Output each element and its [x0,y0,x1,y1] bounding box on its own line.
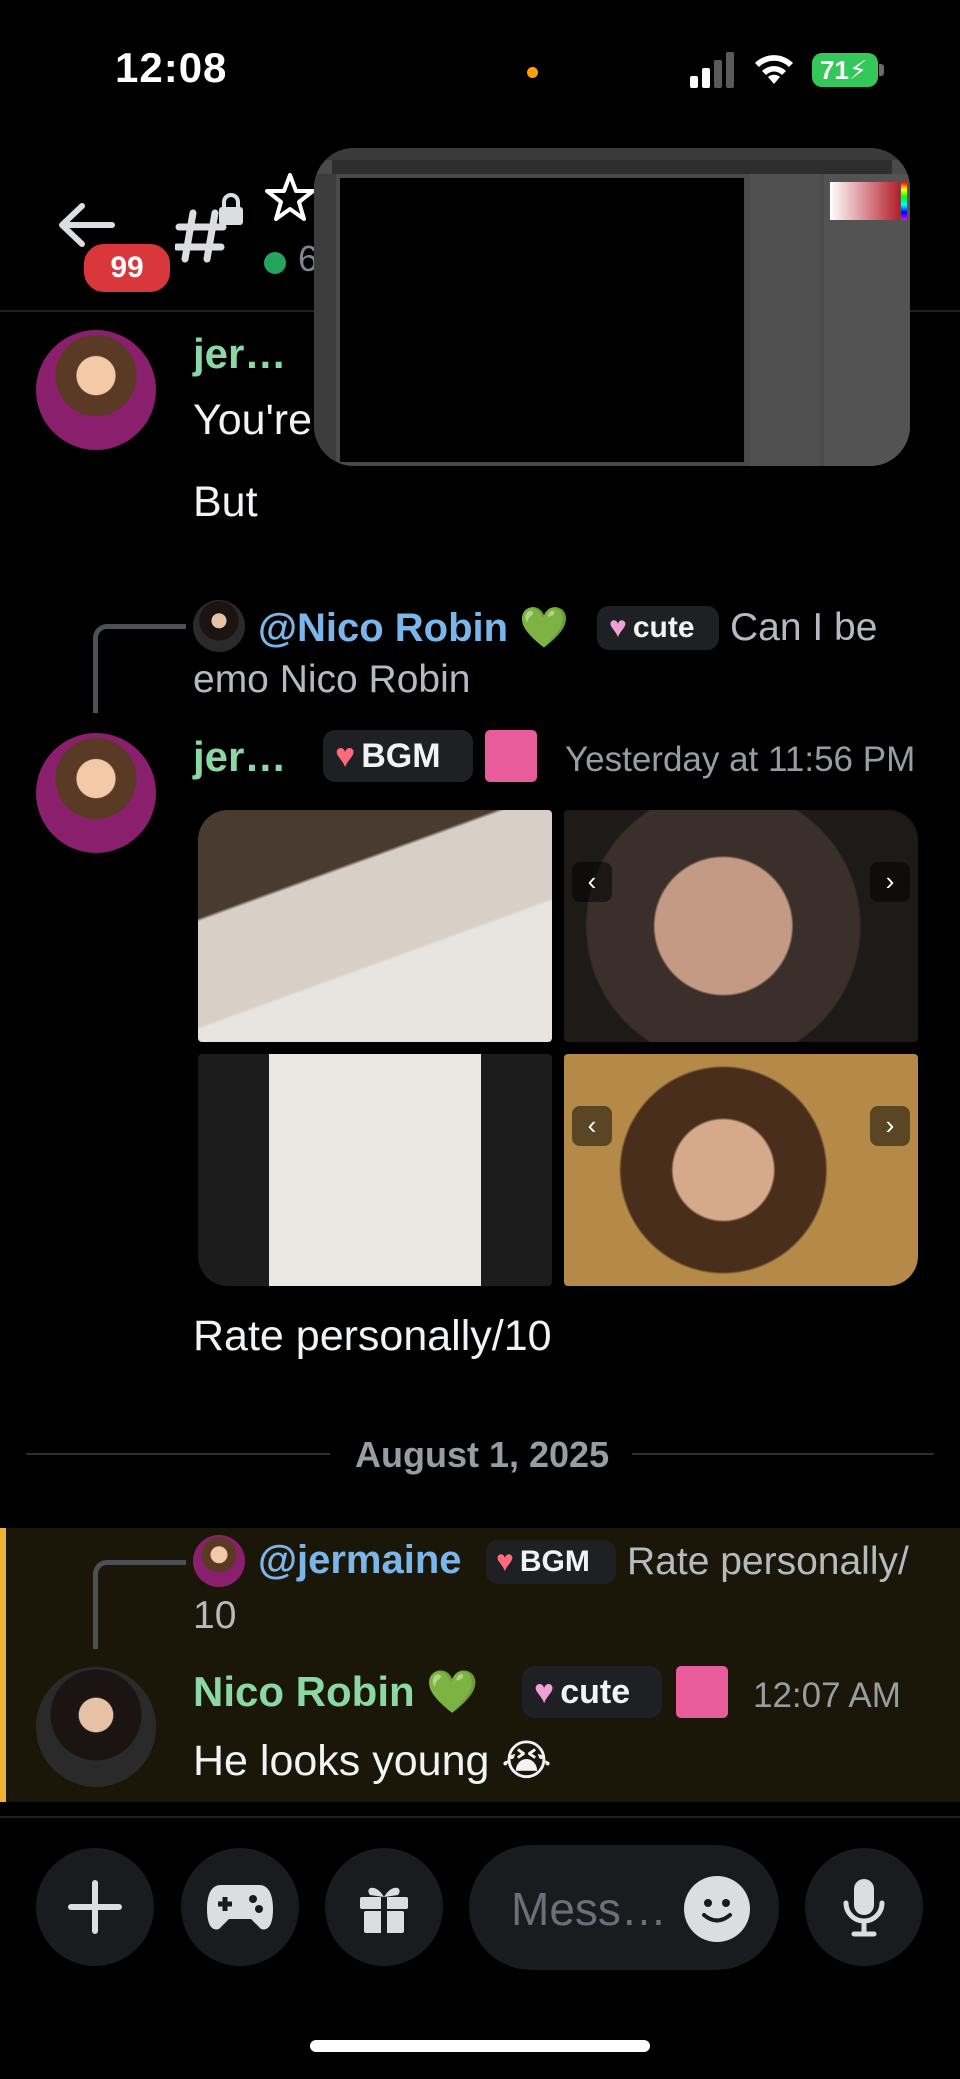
image-attachment[interactable] [198,1054,552,1286]
emoji-button[interactable] [684,1876,750,1942]
pip-menubar [314,148,910,160]
role-tag-label: cute [560,1672,631,1711]
reply-connector [93,624,186,713]
pip-canvas [340,178,744,462]
message-input-placeholder: Mess… [511,1883,667,1935]
pip-color-picker [830,182,900,220]
heart-icon: ♥ [609,611,627,644]
role-tag-label: BGM [519,1545,590,1578]
avatar[interactable] [36,1667,156,1787]
reply-avatar [193,1535,245,1587]
date-divider: August 1, 2025 [355,1434,610,1475]
plus-icon [68,1880,122,1934]
reply-mention[interactable]: @jermaine [258,1538,462,1583]
unread-badge: 99 [80,240,174,296]
pip-tabbar [332,160,892,174]
message-timestamp: 12:07 AM [753,1676,901,1715]
reply-text: 10 [193,1594,237,1637]
cellular-signal-icon [690,52,734,88]
avatar[interactable] [36,330,156,450]
heart-icon: ♥ [534,1672,555,1711]
role-tag: ♥ BGM [486,1540,616,1584]
image-attachment[interactable]: ‹ › [564,810,918,1042]
gamepad-icon [207,1885,273,1930]
message-timestamp: Yesterday at 11:56 PM [565,740,916,779]
wifi-icon [755,55,793,84]
home-indicator[interactable] [310,2040,650,2052]
star-icon[interactable] [264,172,316,222]
apps-button[interactable] [181,1848,299,1966]
role-tag: ♥ cute [597,606,719,650]
gift-button[interactable] [325,1848,443,1966]
message-text: But [193,478,258,526]
image-attachment[interactable] [198,810,552,1042]
reply-text: emo Nico Robin [193,658,471,701]
avatar[interactable] [36,733,156,853]
online-status-dot [264,252,286,274]
role-tag: ♥ cute [522,1666,662,1718]
message-author[interactable]: jer… [193,330,286,378]
book-emoji-icon [676,1666,728,1718]
emoji-icon [702,1899,732,1923]
battery-indicator: 71⚡ [812,53,878,87]
gift-icon [360,1887,408,1933]
privacy-indicator-dot [527,67,538,78]
hash-lock-icon [175,193,243,263]
message-author[interactable]: jer… [193,733,286,781]
pip-hue-slider [901,182,907,220]
message-text: Rate personally/10 [193,1312,552,1360]
image-attachment[interactable]: ‹ › [564,1054,918,1286]
message-author[interactable]: Nico Robin 💚 [193,1668,479,1717]
voice-message-button[interactable] [805,1848,923,1966]
reply-mention[interactable]: @Nico Robin 💚 [258,604,569,651]
role-tag-label: BGM [361,736,441,775]
mention-highlight-bar [0,1528,6,1802]
pip-layers-panel [750,174,820,466]
status-time: 12:08 [115,44,228,91]
reply-text: Can I be [730,606,878,649]
reply-avatar [193,600,245,652]
microphone-icon [843,1879,885,1937]
reply-text: Rate personally/ [627,1540,909,1583]
message-text: He looks young 😭 [193,1737,552,1785]
picture-in-picture-screen-share[interactable] [314,148,910,466]
role-tag: ♥ BGM [323,730,473,782]
next-icon[interactable]: › [870,862,910,902]
heart-icon: ♥ [335,736,356,775]
reply-connector [93,1560,186,1649]
next-icon[interactable]: › [870,1106,910,1146]
role-tag-label: cute [632,611,695,644]
prev-icon[interactable]: ‹ [572,862,612,902]
prev-icon[interactable]: ‹ [572,1106,612,1146]
pip-toolbar [314,174,336,466]
date-divider-line [632,1453,934,1455]
date-divider-line [26,1453,330,1455]
add-attachment-button[interactable] [36,1848,154,1966]
book-emoji-icon [485,730,537,782]
composer-divider [0,1816,960,1818]
battery-cap [879,64,884,76]
message-text: You're [193,396,313,444]
heart-icon: ♥ [496,1545,514,1578]
